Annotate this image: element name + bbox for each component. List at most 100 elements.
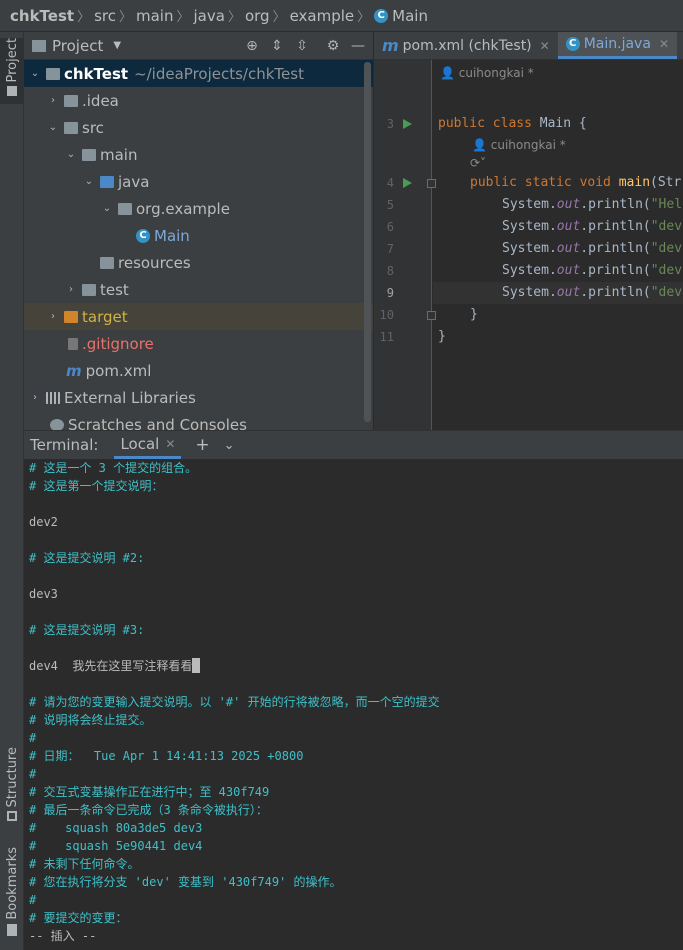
tree-item-gitignore[interactable]: .gitignore (24, 330, 373, 357)
locate-icon[interactable]: ⊕ (243, 37, 261, 55)
folder-icon (64, 94, 78, 107)
chevron-down-icon[interactable]: ⌄ (28, 68, 42, 79)
chevron-right-icon[interactable]: › (46, 311, 60, 322)
terminal-line: # 这是提交说明 #2: (29, 551, 145, 565)
tree-item-main-class[interactable]: C Main (24, 222, 373, 249)
folder-icon (82, 148, 96, 161)
breadcrumb-item-src[interactable]: src (94, 7, 116, 25)
project-panel-title: Project (52, 36, 104, 55)
editor-gutter: 3 4 5 6 7 8 9 10 11 (374, 60, 436, 430)
tool-tab-project[interactable]: Project (0, 38, 24, 104)
tool-tab-structure[interactable]: Structure (0, 747, 24, 829)
terminal-line: # 未剩下任何命令。 (29, 857, 140, 871)
tree-item-scratches[interactable]: Scratches and Consoles (24, 411, 373, 430)
minimize-icon[interactable]: — (349, 37, 367, 55)
tree-item-label: resources (118, 253, 191, 272)
tree-item-label: .gitignore (82, 334, 154, 353)
tab-label: pom.xml (chkTest) (402, 37, 532, 54)
chevron-down-icon[interactable]: ▼ (113, 40, 121, 51)
editor-tabs: m pom.xml (chkTest) ✕ C Main.java ✕ (374, 32, 683, 60)
chevron-down-icon[interactable]: ⌄ (64, 149, 78, 160)
terminal-line: # 要提交的变更： (29, 911, 128, 925)
code-text: .println( (580, 219, 651, 234)
close-icon[interactable]: ✕ (659, 37, 669, 51)
line-number: 9 (386, 286, 394, 300)
add-icon[interactable]: + (195, 435, 209, 455)
code-line: System.out.println("dev (502, 263, 682, 278)
code-string: "dev (650, 263, 683, 278)
chevron-right-icon: 〉 (357, 10, 371, 25)
chevron-down-icon[interactable]: ⌄ (46, 122, 60, 133)
author-hint[interactable]: 👤 cuihongkai * (440, 66, 534, 80)
tree-item-src[interactable]: ⌄ src (24, 114, 373, 141)
breadcrumb-item-project[interactable]: chkTest (10, 7, 74, 25)
tree-item-chktest[interactable]: ⌄ chkTest ~/ideaProjects/chkTest (24, 60, 373, 87)
project-scrollbar[interactable] (364, 62, 371, 422)
breadcrumb-item-example[interactable]: example (290, 7, 355, 25)
tree-item-target[interactable]: › target (24, 303, 373, 330)
chevron-right-icon[interactable]: › (28, 392, 42, 403)
tool-tab-bookmarks-label: Bookmarks (4, 847, 20, 920)
run-icon[interactable] (403, 178, 412, 188)
chevron-down-icon[interactable]: ⌄ (100, 203, 114, 214)
gear-icon[interactable]: ⚙ (324, 37, 342, 55)
tree-item-external-libraries[interactable]: › External Libraries (24, 384, 373, 411)
code-area[interactable]: 👤 cuihongkai * public class Main { 👤 cui… (433, 60, 683, 430)
line-number: 6 (386, 220, 394, 234)
code-text: System. (502, 197, 557, 212)
code-string: "dev (650, 241, 683, 256)
breadcrumb-item-org[interactable]: org (245, 7, 270, 25)
terminal-line: # (29, 893, 37, 907)
tree-item-label: target (82, 307, 128, 326)
terminal-line: # (29, 767, 37, 781)
code-text: (Str (650, 175, 682, 190)
tree-item-java[interactable]: ⌄ java (24, 168, 373, 195)
chevron-right-icon[interactable]: › (64, 284, 78, 295)
tree-item-test[interactable]: › test (24, 276, 373, 303)
tool-tab-structure-label: Structure (4, 747, 20, 808)
tool-tab-project-label: Project (4, 38, 20, 83)
maven-icon: m (382, 36, 399, 55)
tree-item-label: src (82, 118, 104, 137)
code-text: .println( (580, 197, 651, 212)
breadcrumb-item-java[interactable]: java (194, 7, 225, 25)
tab-main-java[interactable]: C Main.java ✕ (557, 32, 677, 59)
code-text: System. (502, 285, 557, 300)
close-icon[interactable]: ✕ (540, 39, 550, 53)
class-icon: C (374, 8, 389, 23)
tree-item-label: main (100, 145, 138, 164)
terminal-tab-local[interactable]: Local ✕ (114, 431, 182, 459)
collapse-all-icon[interactable]: ⇳ (293, 37, 311, 55)
code-text: .println( (580, 263, 651, 278)
code-field: out (556, 263, 581, 278)
terminal-line: # 请为您的变更输入提交说明。以 '#' 开始的行将被忽略，而一个空的提交 (29, 695, 440, 709)
tool-tab-bookmarks[interactable]: Bookmarks (0, 847, 24, 939)
chevron-down-icon[interactable]: ⌄ (82, 176, 96, 187)
code-string: "Hel (650, 197, 683, 212)
tree-item-idea[interactable]: › .idea (24, 87, 373, 114)
tab-pom-xml[interactable]: m pom.xml (chkTest) ✕ (374, 32, 558, 59)
libraries-icon (46, 391, 60, 404)
line-number: 3 (386, 117, 394, 131)
terminal-line: # 您在执行将分支 'dev' 变基到 '430f749' 的操作。 (29, 875, 342, 889)
chevron-right-icon[interactable]: › (46, 95, 60, 106)
tree-item-main[interactable]: ⌄ main (24, 141, 373, 168)
tree-item-label: test (100, 280, 129, 299)
chevron-right-icon: 〉 (118, 10, 132, 25)
author-hint[interactable]: 👤 cuihongkai * (472, 138, 566, 152)
line-number: 7 (386, 242, 394, 256)
terminal-title: Terminal: (30, 436, 99, 454)
tree-item-org-example[interactable]: ⌄ org.example (24, 195, 373, 222)
breadcrumb-item-main[interactable]: main (136, 7, 173, 25)
tree-item-resources[interactable]: resources (24, 249, 373, 276)
close-icon[interactable]: ✕ (165, 437, 175, 451)
breadcrumb-item-class[interactable]: Main (392, 7, 428, 25)
expand-all-icon[interactable]: ⇕ (268, 37, 286, 55)
chevron-down-icon[interactable]: ⌄ (224, 438, 235, 453)
inlay-icon[interactable]: ⟳˅ (470, 156, 486, 170)
terminal-output[interactable]: # 这是一个 3 个提交的组合。 # 这是第一个提交说明： dev2 # 这是提… (29, 459, 683, 950)
run-icon[interactable] (403, 119, 412, 129)
tree-item-pom[interactable]: m pom.xml (24, 357, 373, 384)
resources-folder-icon (100, 256, 114, 269)
terminal-line: -- 插入 -- (29, 929, 97, 943)
